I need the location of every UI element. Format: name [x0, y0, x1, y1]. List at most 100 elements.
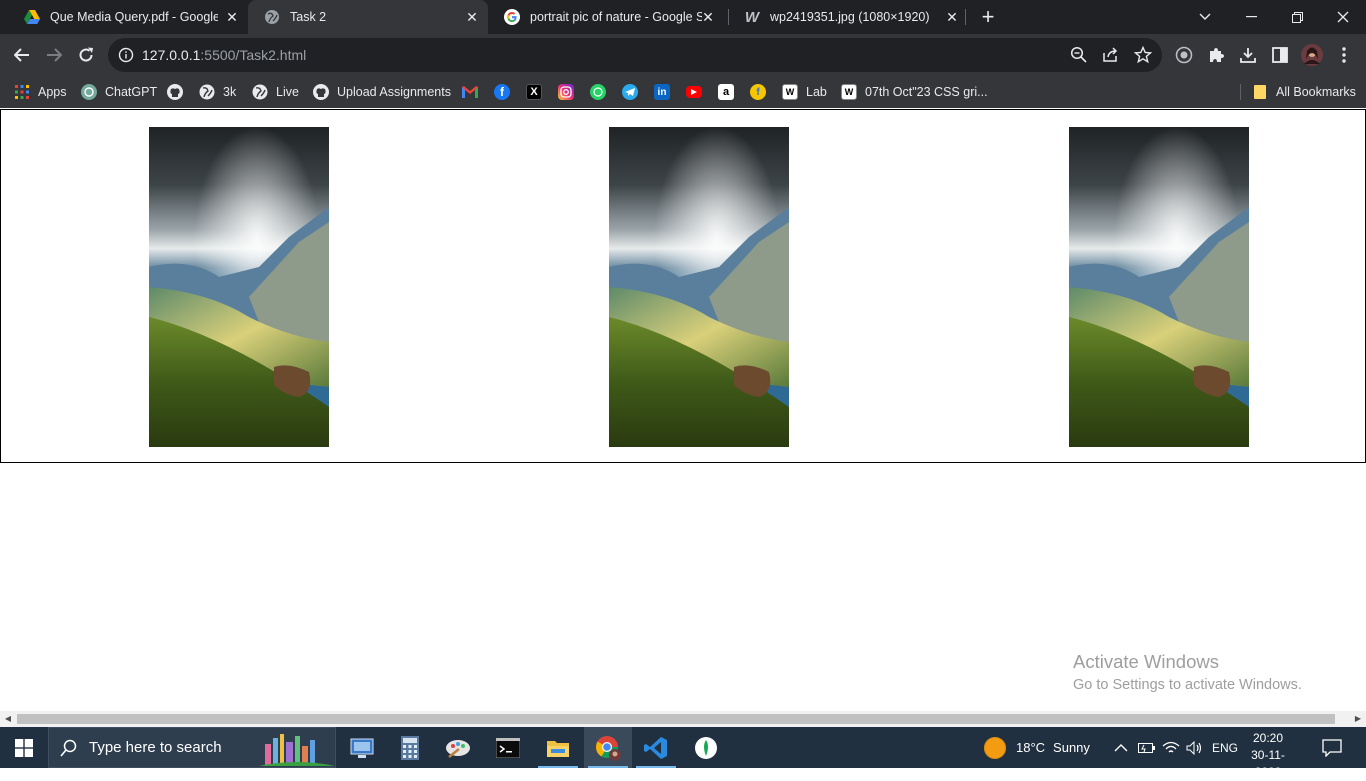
bookmark-live[interactable]: Live [252, 81, 299, 103]
bookmark-label: 3k [223, 85, 237, 99]
x-twitter-icon: X [526, 84, 542, 100]
tab-que-media-query[interactable]: Que Media Query.pdf - Google Drive ✕ [8, 0, 248, 34]
bookmark-label: ChatGPT [105, 85, 158, 99]
apps-grid-icon [14, 84, 30, 100]
taskbar-search-box[interactable]: Type here to search [48, 727, 336, 768]
scroll-right-arrow-icon[interactable]: ▶ [1353, 714, 1363, 724]
back-button[interactable] [8, 41, 36, 69]
taskbar-app-terminal[interactable] [484, 727, 532, 768]
url-path: :5500/Task2.html [200, 47, 307, 63]
site-info-icon[interactable] [118, 47, 134, 68]
scroll-left-arrow-icon[interactable]: ◀ [3, 714, 13, 724]
windows-taskbar: Type here to search 18°C Sunny ENG 20:20… [0, 727, 1366, 779]
taskbar-app-file-explorer[interactable] [534, 727, 582, 768]
forward-button[interactable] [40, 41, 68, 69]
bookmark-label: Upload Assignments [337, 85, 451, 99]
scrollbar-thumb[interactable] [17, 714, 1335, 724]
chrome-menu-icon[interactable] [1331, 42, 1357, 68]
minimize-button[interactable] [1228, 0, 1274, 34]
share-icon[interactable] [1102, 46, 1120, 69]
bookmark-upload-assignments[interactable]: Upload Assignments [313, 81, 451, 103]
close-window-button[interactable] [1320, 0, 1366, 34]
bookmark-telegram[interactable] [622, 81, 638, 103]
bookmark-3k[interactable]: 3k [199, 81, 236, 103]
bookmark-whatsapp[interactable] [590, 81, 606, 103]
bookmark-star-icon[interactable] [1133, 45, 1153, 69]
tab-task-2[interactable]: Task 2 ✕ [248, 0, 488, 34]
chatgpt-icon [81, 84, 97, 100]
download-icon[interactable] [1235, 42, 1261, 68]
tab-strip: Que Media Query.pdf - Google Drive ✕ Tas… [0, 0, 1366, 34]
weather-widget[interactable]: 18°C Sunny [984, 727, 1090, 768]
bookmark-linkedin[interactable]: in [654, 81, 670, 103]
extension-circle-icon[interactable] [1171, 42, 1197, 68]
bookmark-all-bookmarks[interactable]: All Bookmarks [1252, 81, 1356, 103]
github-icon [313, 84, 329, 100]
extensions-puzzle-icon[interactable] [1203, 42, 1229, 68]
gmail-icon [462, 84, 478, 100]
flipkart-icon: f [750, 84, 766, 100]
bookmark-apps[interactable]: Apps [14, 81, 67, 103]
bookmark-github[interactable] [167, 81, 183, 103]
bookmark-lab[interactable]: W Lab [782, 81, 827, 103]
folder-icon [1252, 84, 1268, 100]
new-tab-button[interactable]: + [976, 5, 1000, 29]
wifi-icon[interactable] [1162, 727, 1180, 768]
tab-title: portrait pic of nature - Google Search [530, 10, 702, 24]
close-tab-icon[interactable]: ✕ [224, 9, 240, 25]
image-row-container [0, 109, 1366, 463]
bookmark-facebook[interactable]: f [494, 81, 510, 103]
nature-image-1 [149, 127, 329, 447]
tab-search-chevron-icon[interactable] [1182, 0, 1228, 34]
page-viewport: Activate Windows Go to Settings to activ… [0, 108, 1366, 711]
taskbar-app-chrome[interactable] [584, 727, 632, 768]
tab-google-search[interactable]: portrait pic of nature - Google Search ✕ [488, 0, 728, 34]
taskbar-app-vscode[interactable] [632, 727, 680, 768]
taskbar-app-control-panel[interactable] [338, 727, 386, 768]
close-tab-icon[interactable]: ✕ [944, 9, 960, 25]
bookmark-chatgpt[interactable]: ChatGPT [81, 81, 157, 103]
wallpaper-w-icon: W [744, 8, 760, 26]
bookmarks-separator [1240, 84, 1241, 100]
url-text: 127.0.0.1:5500/Task2.html [142, 47, 306, 63]
system-clock[interactable]: 20:20 30-11-2023 [1238, 730, 1298, 781]
tab-title: wp2419351.jpg (1080×1920) [770, 10, 930, 24]
language-indicator[interactable]: ENG [1212, 727, 1238, 768]
github-icon [167, 84, 183, 100]
search-placeholder: Type here to search [89, 739, 222, 756]
reload-button[interactable] [72, 41, 100, 69]
start-button[interactable] [0, 727, 48, 768]
bookmark-gmail[interactable] [462, 81, 478, 103]
bookmark-amazon[interactable]: a [718, 81, 734, 103]
google-icon [504, 9, 520, 25]
globe-icon [199, 84, 215, 100]
zoom-icon[interactable] [1070, 46, 1088, 69]
profile-avatar[interactable] [1299, 42, 1325, 68]
telegram-icon [622, 84, 638, 100]
lab-site-icon: W [782, 84, 798, 100]
tab-wallpaper[interactable]: W wp2419351.jpg (1080×1920) ✕ [728, 0, 968, 34]
globe-icon [252, 84, 268, 100]
volume-icon[interactable] [1186, 727, 1204, 768]
horizontal-scrollbar[interactable]: ◀ ▶ [0, 711, 1366, 727]
weather-temperature: 18°C [1016, 740, 1046, 755]
bookmark-css-grid[interactable]: W 07th Oct"23 CSS gri... [841, 81, 988, 103]
battery-icon[interactable] [1138, 727, 1156, 768]
nature-image-2 [609, 127, 789, 447]
bookmarks-bar: Apps ChatGPT 3k Live Upload Assignments [0, 76, 1366, 108]
bookmark-flipkart[interactable]: f [750, 81, 766, 103]
restore-button[interactable] [1274, 0, 1320, 34]
taskbar-app-calculator[interactable] [386, 727, 434, 768]
side-panel-icon[interactable] [1267, 42, 1293, 68]
close-tab-icon[interactable]: ✕ [464, 9, 480, 25]
bookmark-x[interactable]: X [526, 81, 542, 103]
address-bar[interactable]: 127.0.0.1:5500/Task2.html [108, 38, 1162, 72]
notifications-icon[interactable] [1322, 727, 1342, 768]
taskbar-app-paint[interactable] [434, 727, 482, 768]
bookmark-instagram[interactable] [558, 81, 574, 103]
bookmark-youtube[interactable] [686, 81, 702, 103]
search-icon [49, 739, 89, 757]
close-tab-icon[interactable]: ✕ [700, 9, 716, 25]
taskbar-app-mongodb-compass[interactable] [682, 727, 730, 768]
show-hidden-icons-chevron-icon[interactable] [1114, 727, 1128, 768]
